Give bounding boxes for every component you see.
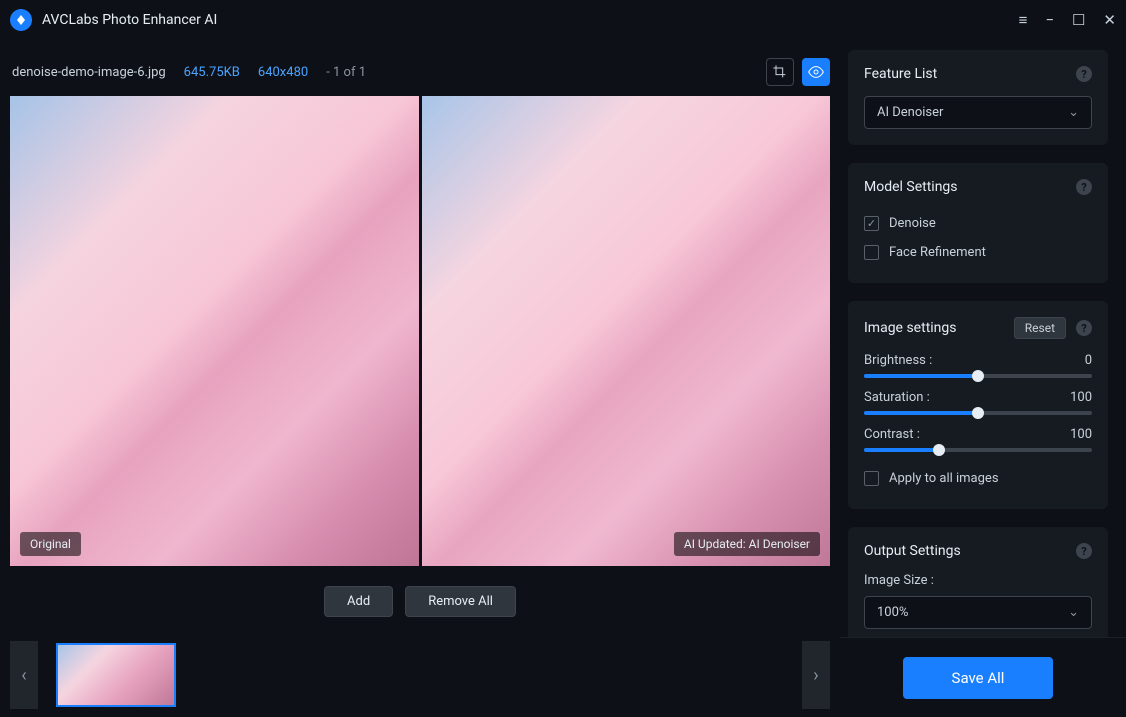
image-help-icon[interactable]: ?	[1076, 320, 1092, 336]
thumbnail-1[interactable]	[56, 643, 176, 707]
minimize-button[interactable]: −	[1045, 13, 1054, 28]
image-size-select[interactable]: 100% ⌄	[864, 596, 1092, 629]
image-settings-title: Image settings	[864, 320, 1014, 336]
feature-select[interactable]: AI Denoiser ⌄	[864, 96, 1092, 129]
model-settings-panel: Model Settings ? Denoise Face Refinement	[848, 163, 1108, 283]
image-size-label: Image Size :	[864, 573, 1092, 588]
saturation-value: 100	[1070, 390, 1092, 405]
image-size-value: 100%	[877, 605, 908, 620]
feature-list-panel: Feature List ? AI Denoiser ⌄	[848, 50, 1108, 145]
preview-toggle-button[interactable]	[802, 58, 830, 86]
original-label: Original	[20, 532, 81, 556]
saturation-label: Saturation :	[864, 390, 930, 405]
maximize-button[interactable]: ☐	[1072, 13, 1085, 28]
denoise-checkbox[interactable]	[864, 216, 879, 231]
feature-help-icon[interactable]: ?	[1076, 66, 1092, 82]
brightness-value: 0	[1085, 353, 1092, 368]
original-image-pane: Original	[10, 96, 419, 566]
image-settings-panel: Image settings Reset ? Brightness : 0 Sa…	[848, 301, 1108, 509]
enhanced-image-pane: AI Updated: AI Denoiser	[422, 96, 831, 566]
remove-all-button[interactable]: Remove All	[405, 586, 516, 617]
output-settings-panel: Output Settings ? Image Size : 100% ⌄	[848, 527, 1108, 637]
contrast-slider[interactable]	[864, 448, 1092, 452]
file-size: 645.75KB	[184, 65, 240, 80]
app-logo	[10, 9, 32, 31]
file-dimensions: 640x480	[258, 65, 308, 80]
output-settings-title: Output Settings	[864, 543, 1076, 559]
file-name: denoise-demo-image-6.jpg	[12, 65, 166, 80]
model-settings-title: Model Settings	[864, 179, 1076, 195]
chevron-down-icon: ⌄	[1068, 105, 1079, 120]
updated-label: AI Updated: AI Denoiser	[674, 532, 820, 556]
face-refinement-label: Face Refinement	[889, 245, 986, 260]
apply-all-checkbox[interactable]	[864, 471, 879, 486]
add-button[interactable]: Add	[324, 586, 393, 617]
denoise-label: Denoise	[889, 216, 936, 231]
feature-list-title: Feature List	[864, 66, 1076, 82]
crop-button[interactable]	[766, 58, 794, 86]
apply-all-label: Apply to all images	[889, 471, 999, 486]
file-count: - 1 of 1	[326, 65, 366, 80]
save-all-button[interactable]: Save All	[903, 657, 1054, 699]
model-help-icon[interactable]: ?	[1076, 179, 1092, 195]
saturation-slider[interactable]	[864, 411, 1092, 415]
brightness-slider[interactable]	[864, 374, 1092, 378]
face-refinement-checkbox[interactable]	[864, 245, 879, 260]
contrast-value: 100	[1070, 427, 1092, 442]
chevron-down-icon: ⌄	[1068, 605, 1079, 620]
output-help-icon[interactable]: ?	[1076, 543, 1092, 559]
close-button[interactable]: ✕	[1103, 13, 1116, 28]
image-compare-viewer: Original AI Updated: AI Denoiser	[10, 96, 830, 566]
menu-icon[interactable]: ≡	[1019, 13, 1028, 28]
thumb-prev-button[interactable]: ‹	[10, 641, 38, 709]
thumb-next-button[interactable]: ›	[802, 641, 830, 709]
brightness-label: Brightness :	[864, 353, 932, 368]
contrast-label: Contrast :	[864, 427, 920, 442]
reset-button[interactable]: Reset	[1014, 317, 1066, 339]
app-title: AVCLabs Photo Enhancer AI	[42, 12, 1019, 28]
feature-select-value: AI Denoiser	[877, 105, 943, 120]
